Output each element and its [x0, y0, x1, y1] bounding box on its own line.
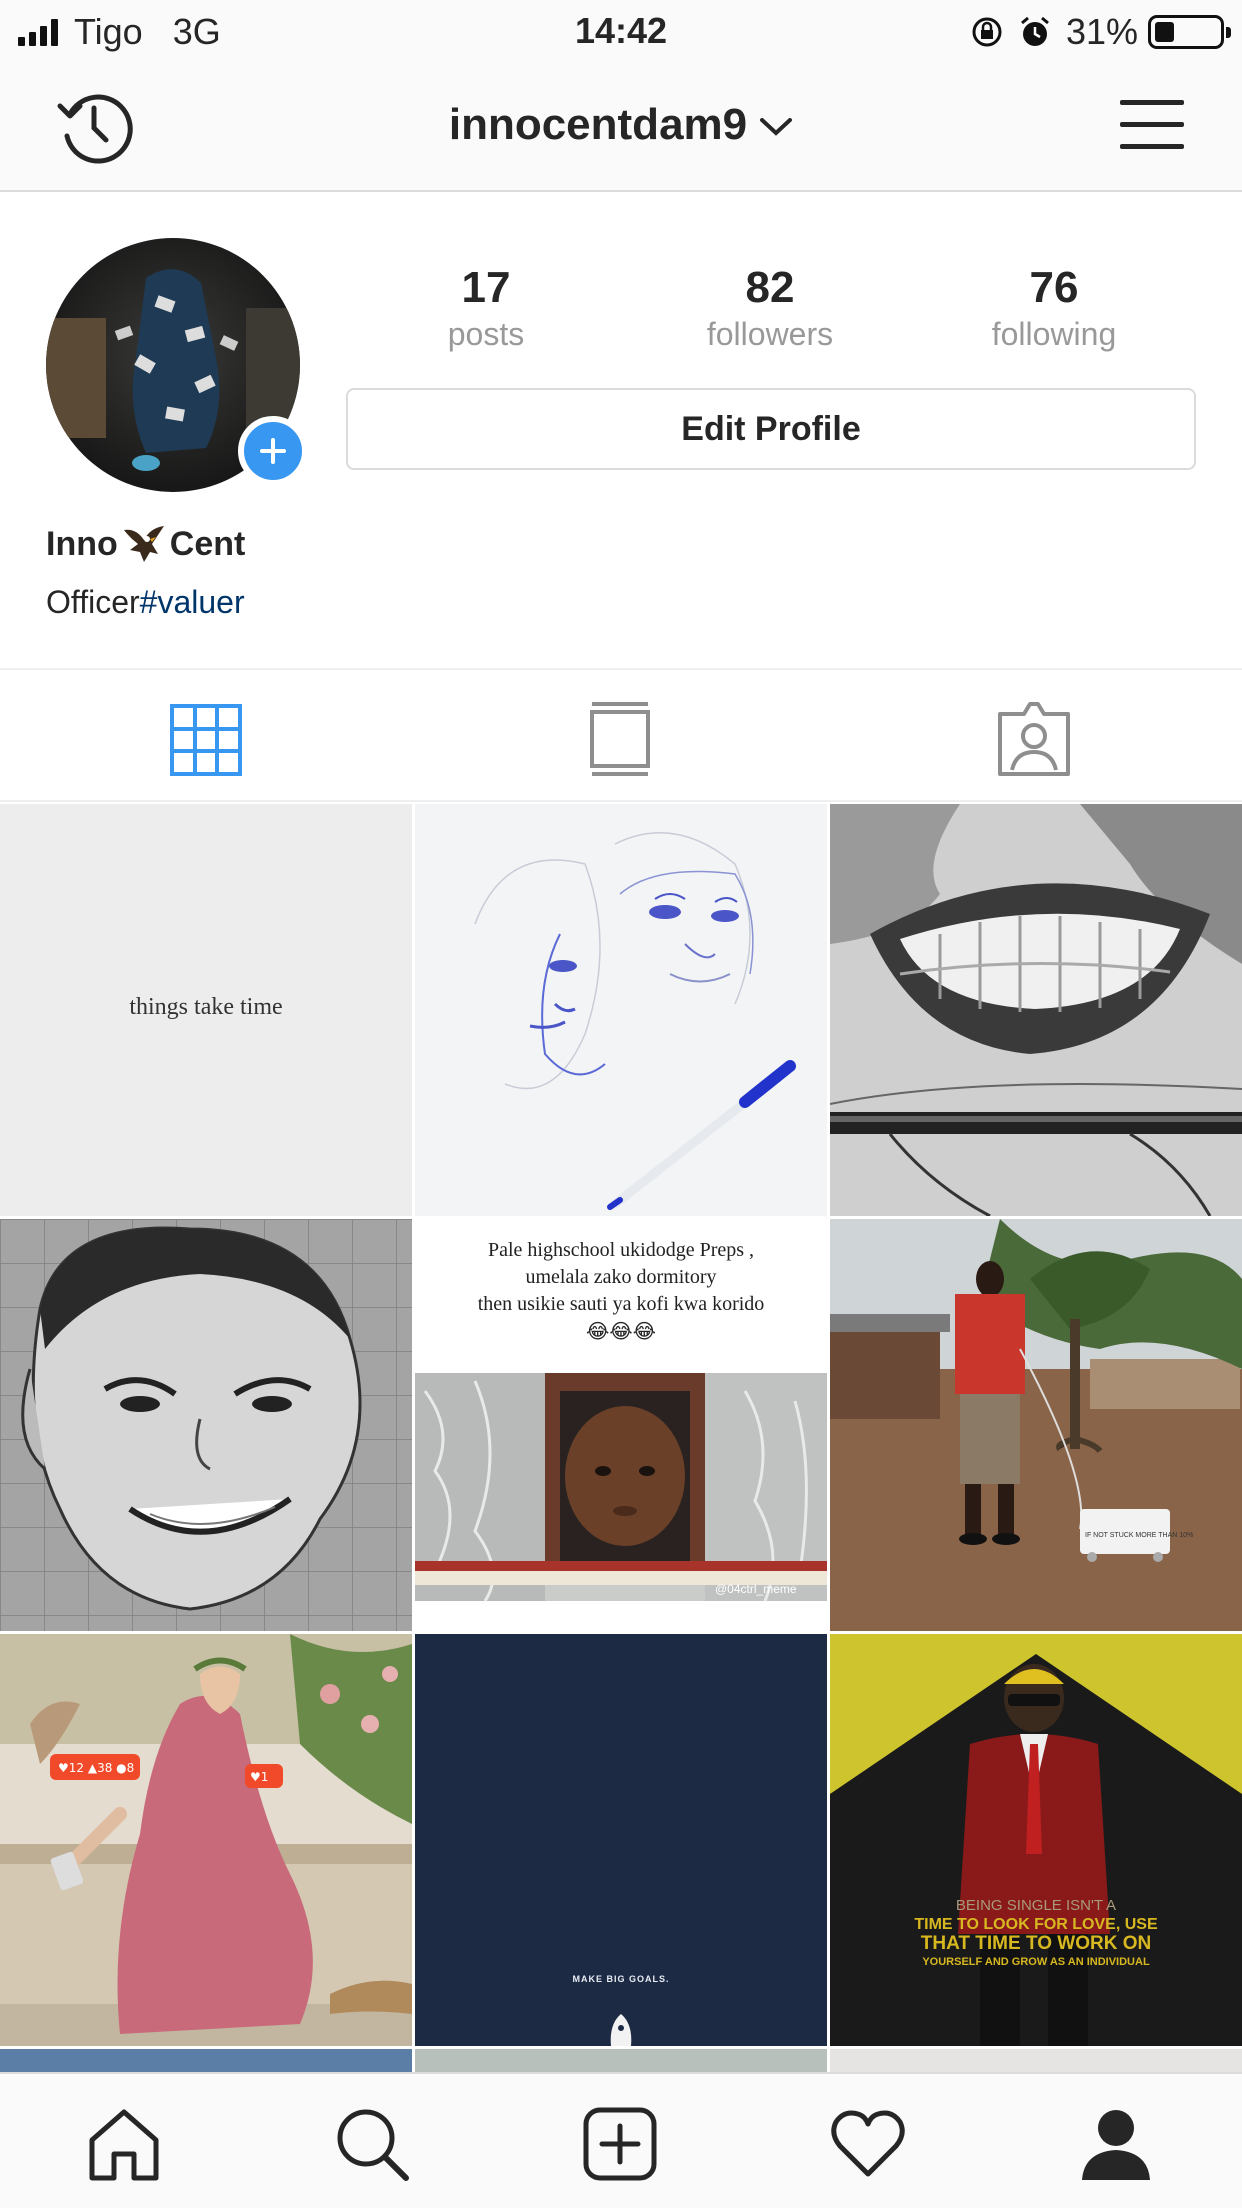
tagged-icon[interactable]	[994, 700, 1074, 780]
notification-badge: ♥12 ▲38 ●8	[58, 1761, 134, 1775]
add-story-button[interactable]	[238, 416, 308, 486]
post-watermark: @04ctrl_meme	[715, 1582, 797, 1596]
alarm-icon	[1020, 16, 1049, 46]
post-emoji: 😂😂😂	[585, 1321, 657, 1343]
post-tile[interactable]: ♥12 ▲38 ●8 ♥1	[0, 1634, 412, 2046]
post-tile[interactable]: IF NOT STUCK MORE THAN 10%	[830, 1219, 1242, 1631]
bio: Officer#valuer	[46, 584, 245, 620]
home-icon[interactable]	[84, 2104, 164, 2184]
edit-profile-button[interactable]: Edit Profile	[346, 388, 1196, 470]
following-count[interactable]: 76 following	[934, 262, 1174, 354]
username-title: innocentdam9	[448, 100, 748, 149]
eagle-emoji-icon	[123, 526, 164, 562]
battery-percent: 31%	[1065, 11, 1138, 52]
posts-count[interactable]: 17 posts	[366, 262, 606, 354]
post-tile[interactable]: MAKE BIG GOALS.	[415, 1634, 827, 2046]
post-tile[interactable]	[0, 1219, 412, 1631]
add-post-icon[interactable]	[580, 2104, 660, 2184]
username-switcher[interactable]: innocentdam9	[0, 100, 1242, 150]
heart-icon[interactable]	[828, 2104, 908, 2184]
post-quote: BEING SINGLE ISN'T A TIME TO LOOK FOR LO…	[914, 1897, 1158, 1968]
bio-hashtag[interactable]: #valuer	[140, 584, 245, 620]
feed-icon[interactable]	[580, 700, 660, 780]
menu-icon[interactable]	[1120, 96, 1184, 154]
post-tile[interactable]: Pale highschool ukidodge Preps , umelala…	[415, 1219, 827, 1631]
followers-count[interactable]: 82 followers	[650, 262, 890, 354]
post-tile[interactable]	[415, 804, 827, 1216]
post-caption: Pale highschool ukidodge Preps , umelala…	[477, 1239, 765, 1315]
notification-badge-small: ♥1	[250, 1770, 268, 1784]
bottom-nav	[0, 2072, 1242, 2208]
post-caption: things take time	[129, 994, 283, 1020]
display-name: Inno Cent	[46, 524, 246, 563]
post-tile[interactable]: things take time	[0, 804, 412, 1216]
profile-icon[interactable]	[1076, 2104, 1156, 2184]
post-tile[interactable]: BEING SINGLE ISN'T A TIME TO LOOK FOR LO…	[830, 1634, 1242, 2046]
post-caption: MAKE BIG GOALS.	[572, 1974, 670, 1984]
post-tile[interactable]	[830, 804, 1242, 1216]
orientation-lock-icon	[972, 17, 1002, 47]
profile-tabs	[0, 668, 1242, 802]
status-bar: Tigo 3G 14:42 31%	[0, 0, 1242, 62]
grid-icon[interactable]	[166, 700, 246, 780]
profile-header: innocentdam9	[0, 62, 1242, 192]
sign-text: IF NOT STUCK MORE THAN 10%	[1085, 1532, 1193, 1539]
search-icon[interactable]	[332, 2104, 412, 2184]
battery-icon	[1148, 15, 1231, 49]
chevron-down-icon	[760, 118, 793, 137]
